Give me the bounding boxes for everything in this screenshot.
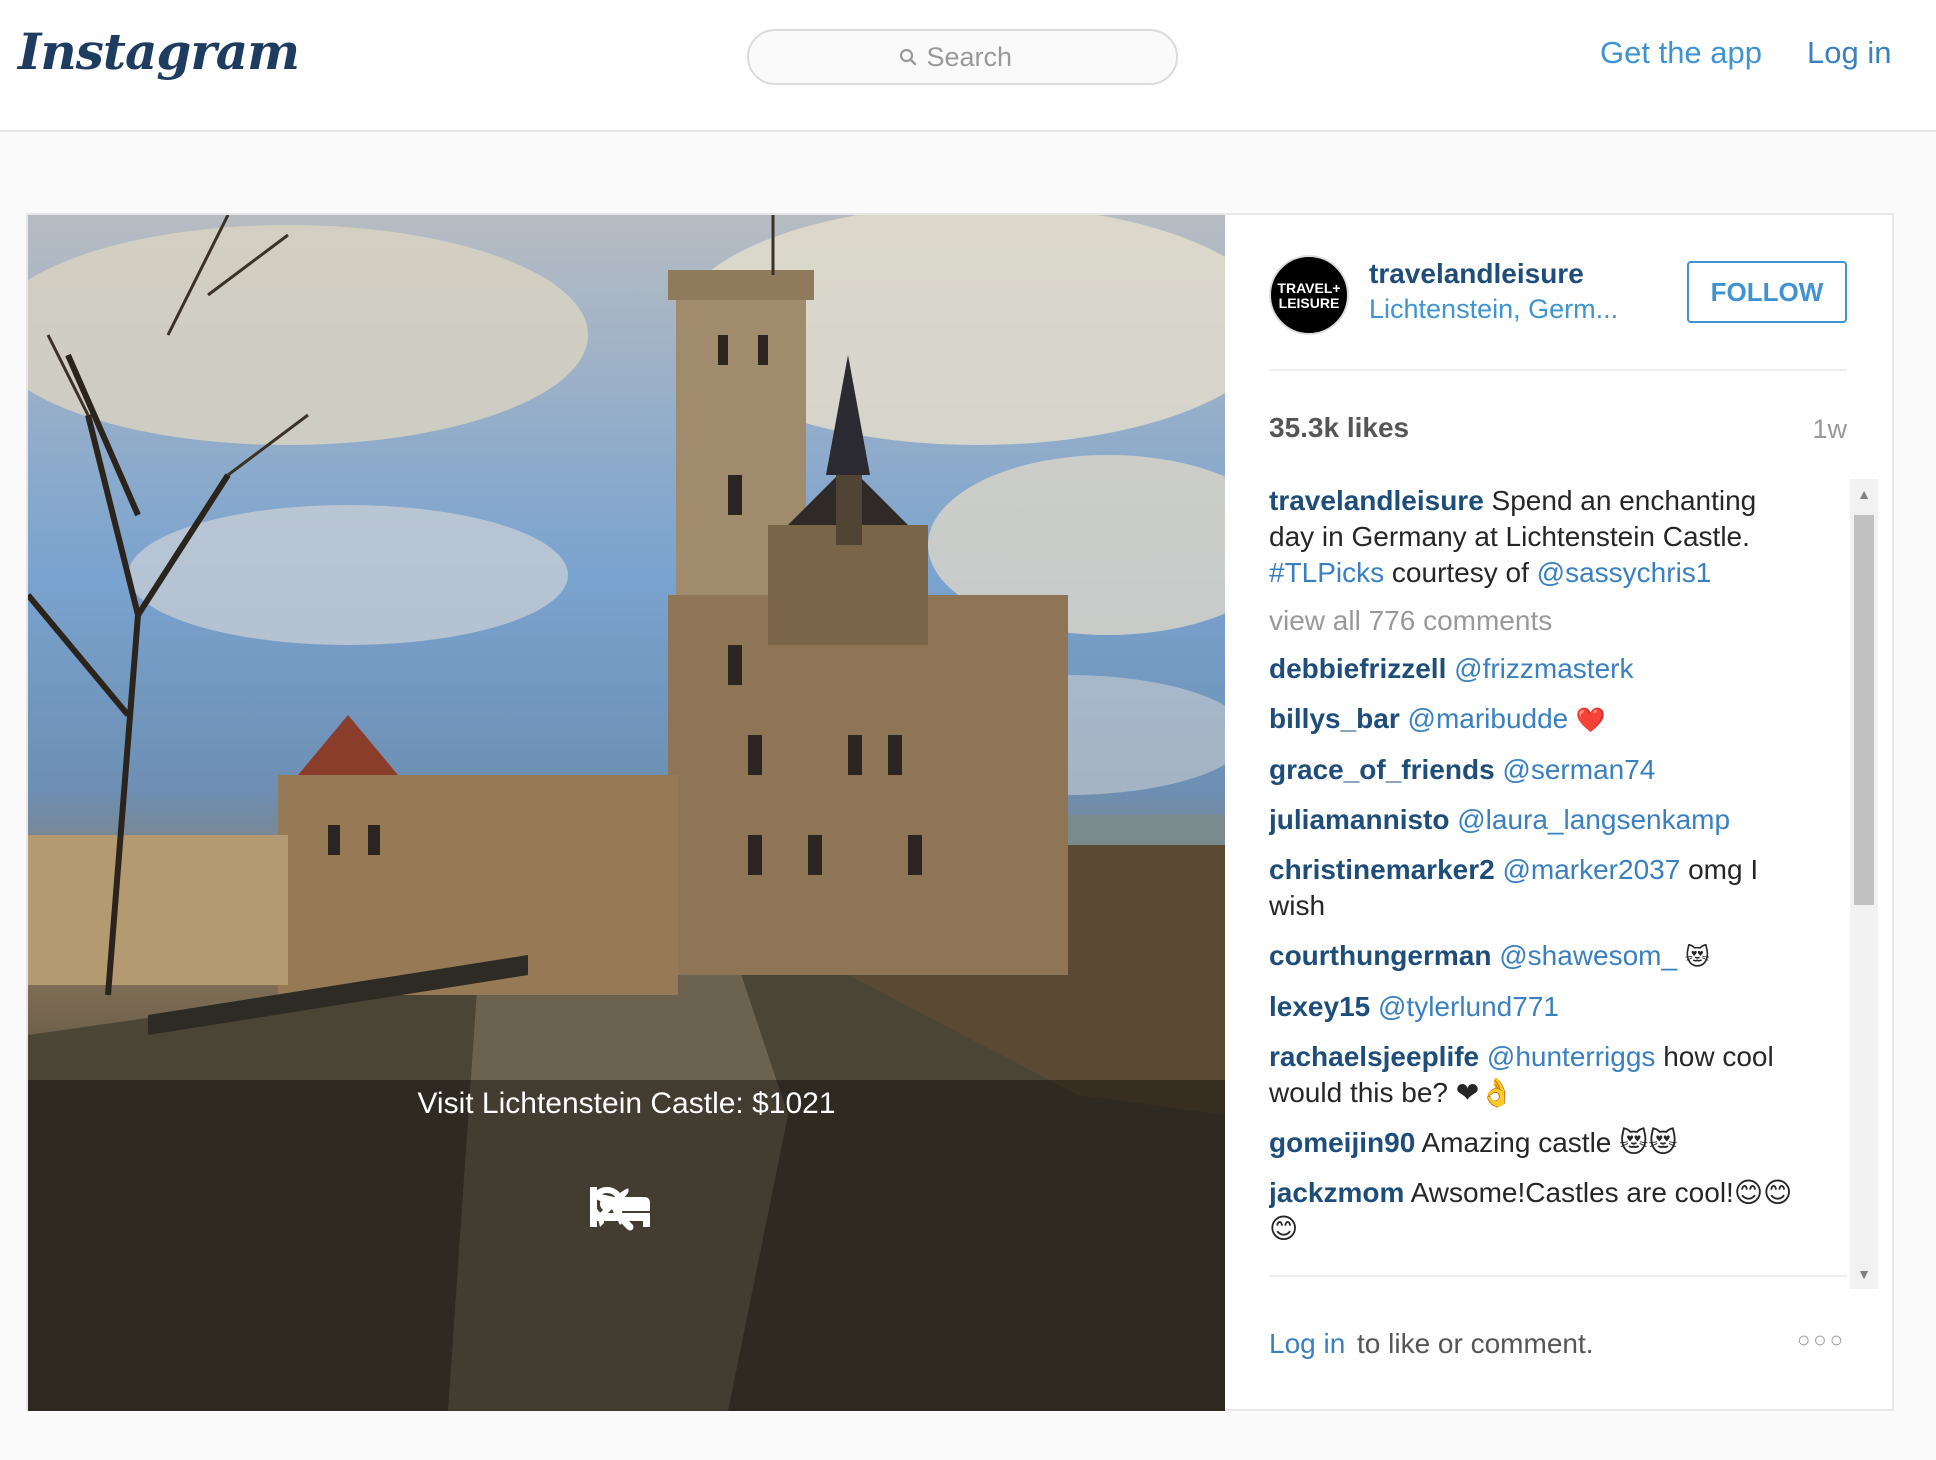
comment-username[interactable]: juliamannisto — [1269, 804, 1449, 835]
get-the-app-link[interactable]: Get the app — [1600, 35, 1762, 71]
post-photo[interactable]: Visit Lichtenstein Castle: $1021 — [28, 215, 1225, 1411]
comment-username[interactable]: lexey15 — [1269, 991, 1370, 1022]
comment-item: christinemarker2 @marker2037 omg I wish — [1269, 852, 1809, 924]
comment-text: Amazing castle 😻😻 — [1415, 1127, 1678, 1158]
comment-username[interactable]: courthungerman — [1269, 940, 1491, 971]
top-nav-bar: Instagram Get the app Log in — [0, 0, 1936, 132]
comment-item: billys_bar @maribudde ❤️ — [1269, 701, 1809, 738]
photo-caption-overlay — [28, 1080, 1225, 1411]
comment-username[interactable]: rachaelsjeeplife — [1269, 1041, 1479, 1072]
comment-username[interactable]: jackzmom — [1269, 1177, 1404, 1208]
comment-item: lexey15 @tylerlund771 — [1269, 989, 1809, 1025]
comment-username[interactable]: gomeijin90 — [1269, 1127, 1415, 1158]
comment-mention[interactable]: @hunterriggs — [1487, 1041, 1656, 1072]
comment-mention[interactable]: @serman74 — [1502, 754, 1655, 785]
more-options-icon[interactable]: ○○○ — [1797, 1327, 1846, 1353]
comment-item: rachaelsjeeplife @hunterriggs how cool w… — [1269, 1039, 1809, 1111]
comment-text: ❤️ — [1568, 706, 1606, 734]
comment-item: gomeijin90 Amazing castle 😻😻 — [1269, 1125, 1809, 1161]
post-time[interactable]: 1w — [1812, 414, 1847, 445]
comments-list: travelandleisure Spend an enchanting day… — [1269, 483, 1849, 1303]
post-card: Visit Lichtenstein Castle: $1021 TRAVEL+… — [26, 213, 1894, 1411]
post-username[interactable]: travelandleisure — [1369, 258, 1584, 290]
comment-username[interactable]: grace_of_friends — [1269, 754, 1495, 785]
divider — [1269, 1275, 1847, 1277]
photo-caption: Visit Lichtenstein Castle: $1021 — [417, 1087, 836, 1120]
caption-mention[interactable]: @sassychris1 — [1537, 557, 1712, 588]
comment-item: grace_of_friends @serman74 — [1269, 752, 1809, 788]
search-input[interactable] — [926, 41, 1027, 73]
view-all-comments-link[interactable]: view all 776 comments — [1269, 605, 1849, 637]
comment-mention[interactable]: @tylerlund771 — [1378, 991, 1559, 1022]
footer-login-link[interactable]: Log in — [1269, 1328, 1345, 1360]
scroll-down-arrow-icon[interactable]: ▼ — [1850, 1259, 1878, 1289]
comments-scrollbar[interactable]: ▲ ▼ — [1850, 479, 1878, 1289]
avatar[interactable]: TRAVEL+ LEISURE — [1269, 255, 1349, 335]
comment-item: debbiefrizzell @frizzmasterk — [1269, 651, 1809, 687]
caption-hashtag[interactable]: #TLPicks — [1269, 557, 1384, 588]
footer-login-prompt: to like or comment. — [1357, 1328, 1594, 1359]
comment-username[interactable]: christinemarker2 — [1269, 854, 1495, 885]
comment-mention[interactable]: @frizzmasterk — [1454, 653, 1633, 684]
comment-item: juliamannisto @laura_langsenkamp — [1269, 802, 1809, 838]
post-side-panel: TRAVEL+ LEISURE travelandleisure Lichten… — [1225, 215, 1894, 1411]
search-box[interactable] — [747, 29, 1178, 85]
likes-count[interactable]: 35.3k likes — [1269, 412, 1409, 444]
comment-mention[interactable]: @shawesom_ — [1499, 940, 1677, 971]
comment-item: jackzmom Awsome!Castles are cool!😊😊😊 — [1269, 1175, 1809, 1247]
comment-mention[interactable]: @maribudde — [1408, 703, 1569, 734]
divider — [1269, 369, 1847, 371]
instagram-logo[interactable]: Instagram — [18, 22, 300, 81]
comment-mention[interactable]: @marker2037 — [1502, 854, 1680, 885]
caption-username[interactable]: travelandleisure — [1269, 485, 1484, 516]
follow-button[interactable]: FOLLOW — [1687, 261, 1847, 323]
scroll-thumb[interactable] — [1854, 515, 1874, 905]
comment-username[interactable]: debbiefrizzell — [1269, 653, 1446, 684]
search-icon — [899, 48, 917, 66]
post-caption: travelandleisure Spend an enchanting day… — [1269, 483, 1809, 591]
comment-mention[interactable]: @laura_langsenkamp — [1457, 804, 1730, 835]
caption-text-2: courtesy of — [1384, 557, 1537, 588]
photo-action-icons — [588, 1185, 664, 1231]
comment-item: courthungerman @shawesom_ 😻 — [1269, 938, 1809, 975]
post-location[interactable]: Lichtenstein, Germ... — [1369, 294, 1639, 325]
login-link[interactable]: Log in — [1807, 35, 1891, 71]
comment-username[interactable]: billys_bar — [1269, 703, 1400, 734]
scroll-up-arrow-icon[interactable]: ▲ — [1850, 479, 1878, 509]
comment-text: 😻 — [1677, 943, 1710, 971]
